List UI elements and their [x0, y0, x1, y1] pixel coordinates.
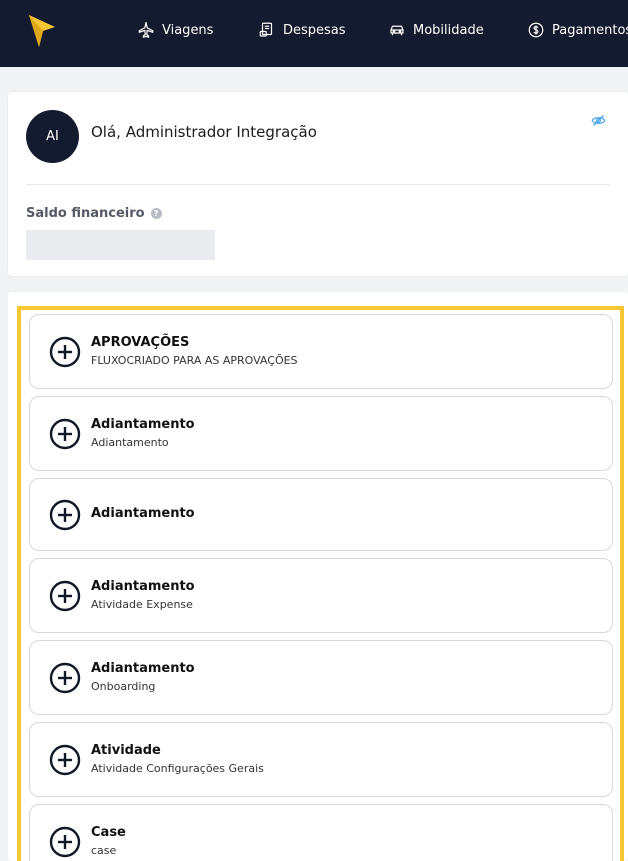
list-item[interactable]: Case case [29, 804, 613, 861]
item-title: Adiantamento [91, 506, 195, 521]
item-subtitle: FLUXOCRIADO PARA AS APROVAÇÕES [91, 354, 298, 367]
list-item[interactable]: Atividade Atividade Configurações Gerais [29, 722, 613, 797]
divider [26, 184, 610, 185]
nav-item-pagamentos[interactable]: Pagamentos [527, 0, 628, 60]
balance-label-row: Saldo financeiro ? [26, 206, 162, 221]
item-subtitle: case [91, 844, 117, 857]
item-title: Case [91, 825, 126, 840]
item-title: Atividade [91, 743, 161, 758]
nav-item-viagens[interactable]: Viagens [137, 0, 213, 60]
list-item[interactable]: Adiantamento [29, 478, 613, 551]
receipt-icon [259, 22, 273, 37]
greeting-text: Olá, Administrador Integração [91, 123, 317, 141]
item-title: Adiantamento [91, 579, 195, 594]
list-item[interactable]: Adiantamento Onboarding [29, 640, 613, 715]
item-subtitle: Onboarding [91, 680, 156, 693]
plus-circle-icon[interactable] [49, 744, 81, 776]
profile-card: AI Olá, Administrador Integração Saldo f… [8, 92, 628, 276]
plus-circle-icon[interactable] [49, 418, 81, 450]
list-item[interactable]: Adiantamento Adiantamento [29, 396, 613, 471]
item-subtitle: Atividade Configurações Gerais [91, 762, 264, 775]
nav-label: Despesas [283, 22, 346, 38]
nav-item-mobilidade[interactable]: Mobilidade [388, 0, 484, 60]
balance-value-placeholder [26, 230, 215, 260]
item-subtitle: Adiantamento [91, 436, 169, 449]
help-icon[interactable]: ? [150, 208, 162, 219]
plus-circle-icon[interactable] [49, 336, 81, 368]
nav-label: Viagens [162, 22, 214, 38]
item-title: Adiantamento [91, 661, 195, 676]
plus-circle-icon[interactable] [49, 580, 81, 612]
eye-off-icon[interactable] [591, 113, 606, 128]
plus-circle-icon[interactable] [49, 662, 81, 694]
nav-label: Pagamentos [552, 22, 628, 38]
item-subtitle: Atividade Expense [91, 598, 193, 611]
item-title: Adiantamento [91, 417, 195, 432]
balance-label: Saldo financeiro [26, 206, 145, 221]
airplane-icon [138, 21, 154, 38]
item-title: APROVAÇÕES [91, 335, 190, 350]
logo-arrow-icon[interactable] [27, 13, 57, 49]
plus-circle-icon[interactable] [49, 826, 81, 858]
top-navigation-bar: Viagens Despesas Mobilidade Pagamentos [0, 0, 628, 67]
avatar[interactable]: AI [26, 110, 79, 163]
plus-circle-icon[interactable] [49, 499, 81, 531]
dollar-coin-icon [528, 22, 544, 38]
nav-item-despesas[interactable]: Despesas [258, 0, 346, 60]
nav-label: Mobilidade [413, 22, 484, 38]
list-item[interactable]: Adiantamento Atividade Expense [29, 558, 613, 633]
list-item[interactable]: APROVAÇÕES FLUXOCRIADO PARA AS APROVAÇÕE… [29, 314, 613, 389]
car-icon [390, 25, 404, 36]
